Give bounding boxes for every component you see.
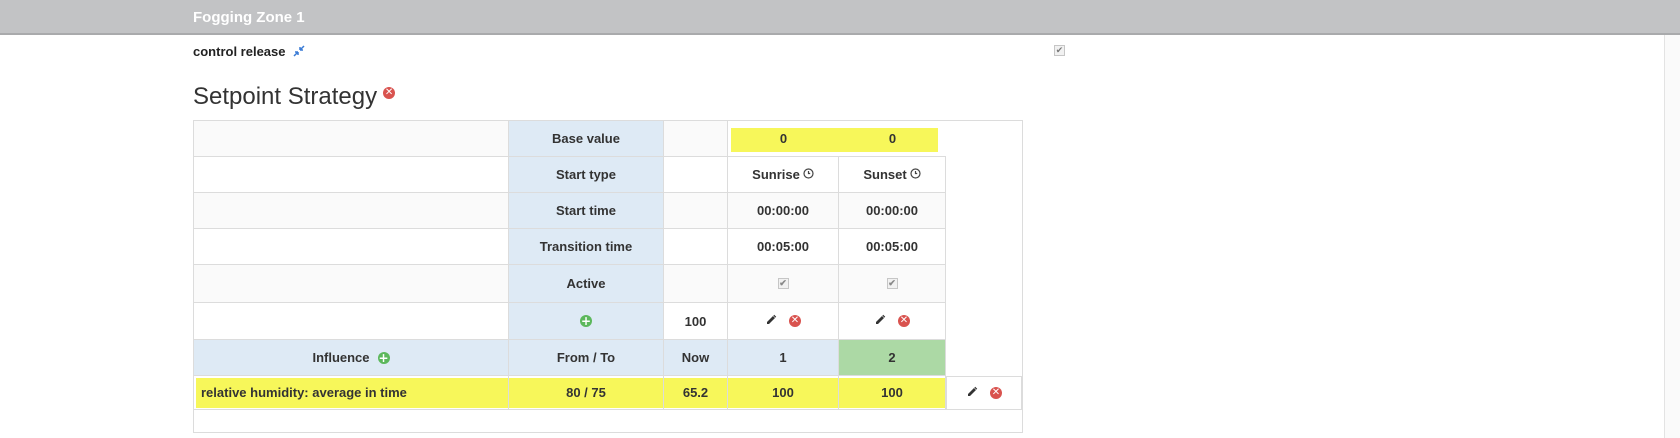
active-cell-1: ✔ bbox=[728, 265, 839, 303]
start-time-1[interactable]: 00:00:00 bbox=[728, 193, 839, 229]
delete-circle-icon[interactable]: ✕ bbox=[898, 315, 910, 327]
compress-arrows-icon[interactable] bbox=[293, 45, 305, 60]
influence-row-now: 65.2 bbox=[664, 376, 728, 410]
empty-cell bbox=[194, 193, 509, 229]
start-time-label: Start time bbox=[509, 193, 664, 229]
add-column-cell: + bbox=[509, 303, 664, 340]
base-value-label: Base value bbox=[509, 121, 664, 157]
start-type-1-value: Sunrise bbox=[752, 167, 800, 182]
influence-row-from-to[interactable]: 80 / 75 bbox=[509, 376, 664, 410]
column-2-header[interactable]: 2 bbox=[839, 340, 946, 376]
clock-icon bbox=[803, 167, 814, 182]
edit-pencil-icon[interactable] bbox=[874, 314, 886, 329]
edit-pencil-icon[interactable] bbox=[765, 314, 777, 329]
transition-time-2[interactable]: 00:05:00 bbox=[839, 229, 946, 265]
influence-header: Influence + bbox=[194, 340, 509, 376]
active-checkbox-1[interactable]: ✔ bbox=[777, 278, 789, 289]
column-1-actions: ✕ bbox=[728, 303, 839, 340]
column-2-actions: ✕ bbox=[839, 303, 946, 340]
empty-cell bbox=[194, 303, 509, 340]
zone-title: Fogging Zone 1 bbox=[193, 9, 305, 26]
influence-row-actions: ✕ bbox=[946, 376, 1022, 410]
empty-cell bbox=[664, 121, 728, 157]
empty-cell bbox=[664, 265, 728, 303]
start-type-2-value: Sunset bbox=[863, 167, 907, 182]
empty-cell bbox=[194, 229, 509, 265]
scrollbar[interactable] bbox=[1664, 35, 1680, 438]
active-label: Active bbox=[509, 265, 664, 303]
start-type-label: Start type bbox=[509, 157, 664, 193]
control-release-checkbox[interactable]: ✔ bbox=[1054, 45, 1065, 56]
column-1-header[interactable]: 1 bbox=[728, 340, 839, 376]
influence-row-value-2[interactable]: 100 bbox=[839, 376, 946, 410]
active-cell-2: ✔ bbox=[839, 265, 946, 303]
section-title-text: Setpoint Strategy bbox=[193, 83, 378, 110]
empty-cell bbox=[664, 157, 728, 193]
delete-circle-icon[interactable]: ✕ bbox=[789, 315, 801, 327]
remove-circle-icon[interactable]: ✕ bbox=[383, 87, 396, 99]
zone-header: Fogging Zone 1 bbox=[0, 0, 1680, 35]
empty-cell bbox=[664, 193, 728, 229]
control-release-row: control release bbox=[193, 44, 305, 60]
from-to-header: From / To bbox=[509, 340, 664, 376]
transition-time-label: Transition time bbox=[509, 229, 664, 265]
influence-row-value-1[interactable]: 100 bbox=[728, 376, 839, 410]
section-title: Setpoint Strategy ✕ bbox=[193, 83, 396, 111]
control-release-label: control release bbox=[193, 44, 286, 59]
clock-icon bbox=[910, 167, 921, 182]
base-value-1[interactable]: 0 bbox=[728, 121, 839, 157]
add-column-icon[interactable]: + bbox=[580, 315, 592, 327]
delete-circle-icon[interactable]: ✕ bbox=[990, 387, 1002, 399]
transition-time-1[interactable]: 00:05:00 bbox=[728, 229, 839, 265]
empty-cell bbox=[194, 265, 509, 303]
start-type-1[interactable]: Sunrise bbox=[728, 157, 839, 193]
influence-header-label: Influence bbox=[312, 350, 370, 365]
base-value-2[interactable]: 0 bbox=[839, 121, 946, 157]
now-header: Now bbox=[664, 340, 728, 376]
edit-pencil-icon[interactable] bbox=[966, 386, 978, 401]
active-checkbox-2[interactable]: ✔ bbox=[886, 278, 898, 289]
now-total-value: 100 bbox=[664, 303, 728, 340]
add-influence-icon[interactable]: + bbox=[377, 351, 390, 364]
influence-row-name: relative humidity: average in time bbox=[194, 376, 509, 410]
empty-cell bbox=[194, 157, 509, 193]
empty-cell bbox=[664, 229, 728, 265]
empty-cell bbox=[194, 121, 509, 157]
start-time-2[interactable]: 00:00:00 bbox=[839, 193, 946, 229]
start-type-2[interactable]: Sunset bbox=[839, 157, 946, 193]
